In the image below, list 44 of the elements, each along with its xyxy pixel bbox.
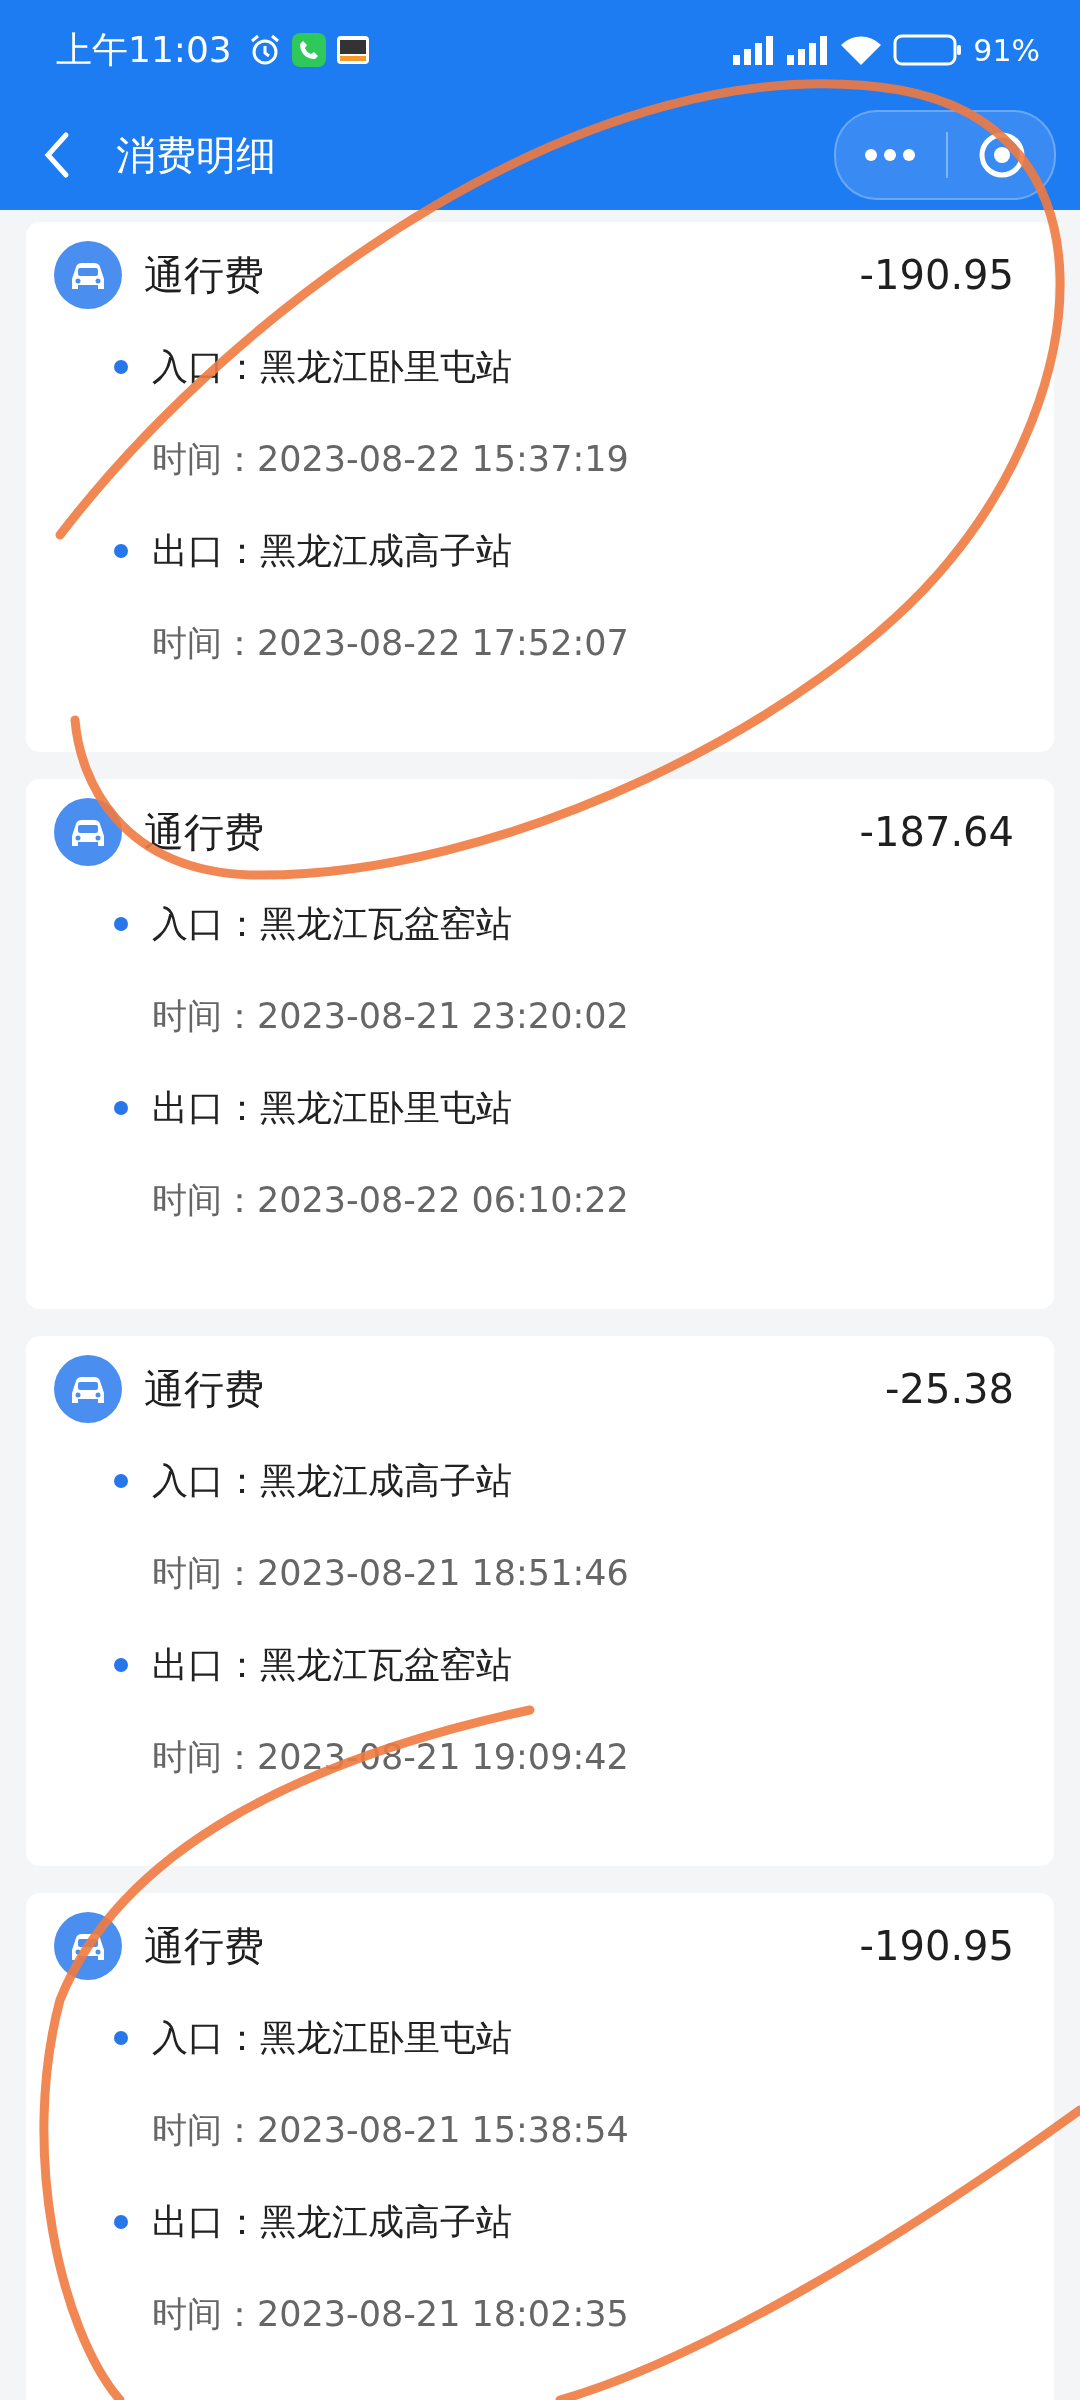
- station-text: 出口：黑龙江成高子站: [152, 2199, 512, 2244]
- car-icon: [54, 1912, 122, 1980]
- record-title: 通行费: [144, 807, 264, 857]
- bullet-icon: [114, 544, 128, 558]
- car-icon: [54, 798, 122, 866]
- time-text: 时间：2023-08-22 15:37:19: [152, 437, 629, 481]
- amount: -187.64: [859, 809, 1014, 855]
- car-icon: [54, 1355, 122, 1423]
- phone-icon: [291, 33, 326, 67]
- bullet-icon: [114, 360, 128, 374]
- car-icon: [54, 241, 122, 309]
- time-text: 时间：2023-08-22 06:10:22: [152, 1178, 629, 1222]
- amount: -25.38: [885, 1366, 1014, 1412]
- more-icon[interactable]: [864, 148, 916, 162]
- station-text: 入口：黑龙江成高子站: [152, 1458, 512, 1503]
- record-title: 通行费: [144, 1364, 264, 1414]
- time-text: 时间：2023-08-22 17:52:07: [152, 621, 629, 665]
- station-text: 出口：黑龙江成高子站: [152, 528, 512, 573]
- bullet-icon: [114, 2215, 128, 2229]
- page-title: 消费明细: [116, 130, 276, 180]
- amount: -190.95: [859, 252, 1014, 298]
- target-icon[interactable]: [978, 131, 1026, 179]
- time-text: 时间：2023-08-21 23:20:02: [152, 994, 629, 1038]
- network-badge-icon: [335, 33, 370, 67]
- signal-icon: [785, 35, 830, 65]
- record-title: 通行费: [144, 250, 264, 300]
- signal-icon: [731, 35, 776, 65]
- station-text: 出口：黑龙江瓦盆窑站: [152, 1642, 512, 1687]
- status-time: 上午11:03: [56, 27, 232, 72]
- record-title: 通行费: [144, 1921, 264, 1971]
- bullet-icon: [114, 2031, 128, 2045]
- bullet-icon: [114, 1101, 128, 1115]
- station-text: 入口：黑龙江瓦盆窑站: [152, 901, 512, 946]
- time-text: 时间：2023-08-21 18:51:46: [152, 1551, 629, 1595]
- amount: -190.95: [859, 1923, 1014, 1969]
- battery-icon: [893, 34, 964, 66]
- bullet-icon: [114, 1474, 128, 1488]
- time-text: 时间：2023-08-21 18:02:35: [152, 2292, 629, 2336]
- time-text: 时间：2023-08-21 15:38:54: [152, 2108, 629, 2152]
- station-text: 出口：黑龙江卧里屯站: [152, 1085, 512, 1130]
- station-text: 入口：黑龙江卧里屯站: [152, 2015, 512, 2060]
- battery-percent: 91%: [973, 32, 1040, 68]
- bullet-icon: [114, 1658, 128, 1672]
- bullet-icon: [114, 917, 128, 931]
